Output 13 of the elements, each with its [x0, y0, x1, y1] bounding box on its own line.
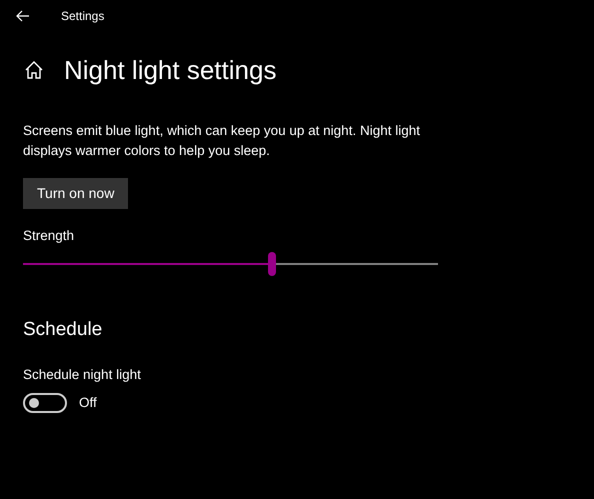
slider-label: Strength: [23, 227, 76, 245]
toggle-state: Off: [79, 394, 97, 412]
toggle-switch[interactable]: [23, 393, 67, 414]
strength-slider[interactable]: [23, 252, 438, 276]
window-title: Settings: [61, 8, 104, 25]
back-icon[interactable]: [16, 10, 30, 22]
turn-on-button[interactable]: Turn on now: [23, 178, 128, 209]
home-icon[interactable]: [24, 60, 44, 80]
toggle-label: Schedule night light: [23, 366, 142, 384]
slider-thumb[interactable]: [268, 252, 276, 276]
section-heading: Schedule: [23, 318, 104, 342]
description-text: Screens emit blue light, which can keep you up at night. Night light displays warmer colors to help you sleep.: [23, 122, 421, 160]
page-title: Night light settings: [64, 54, 276, 87]
